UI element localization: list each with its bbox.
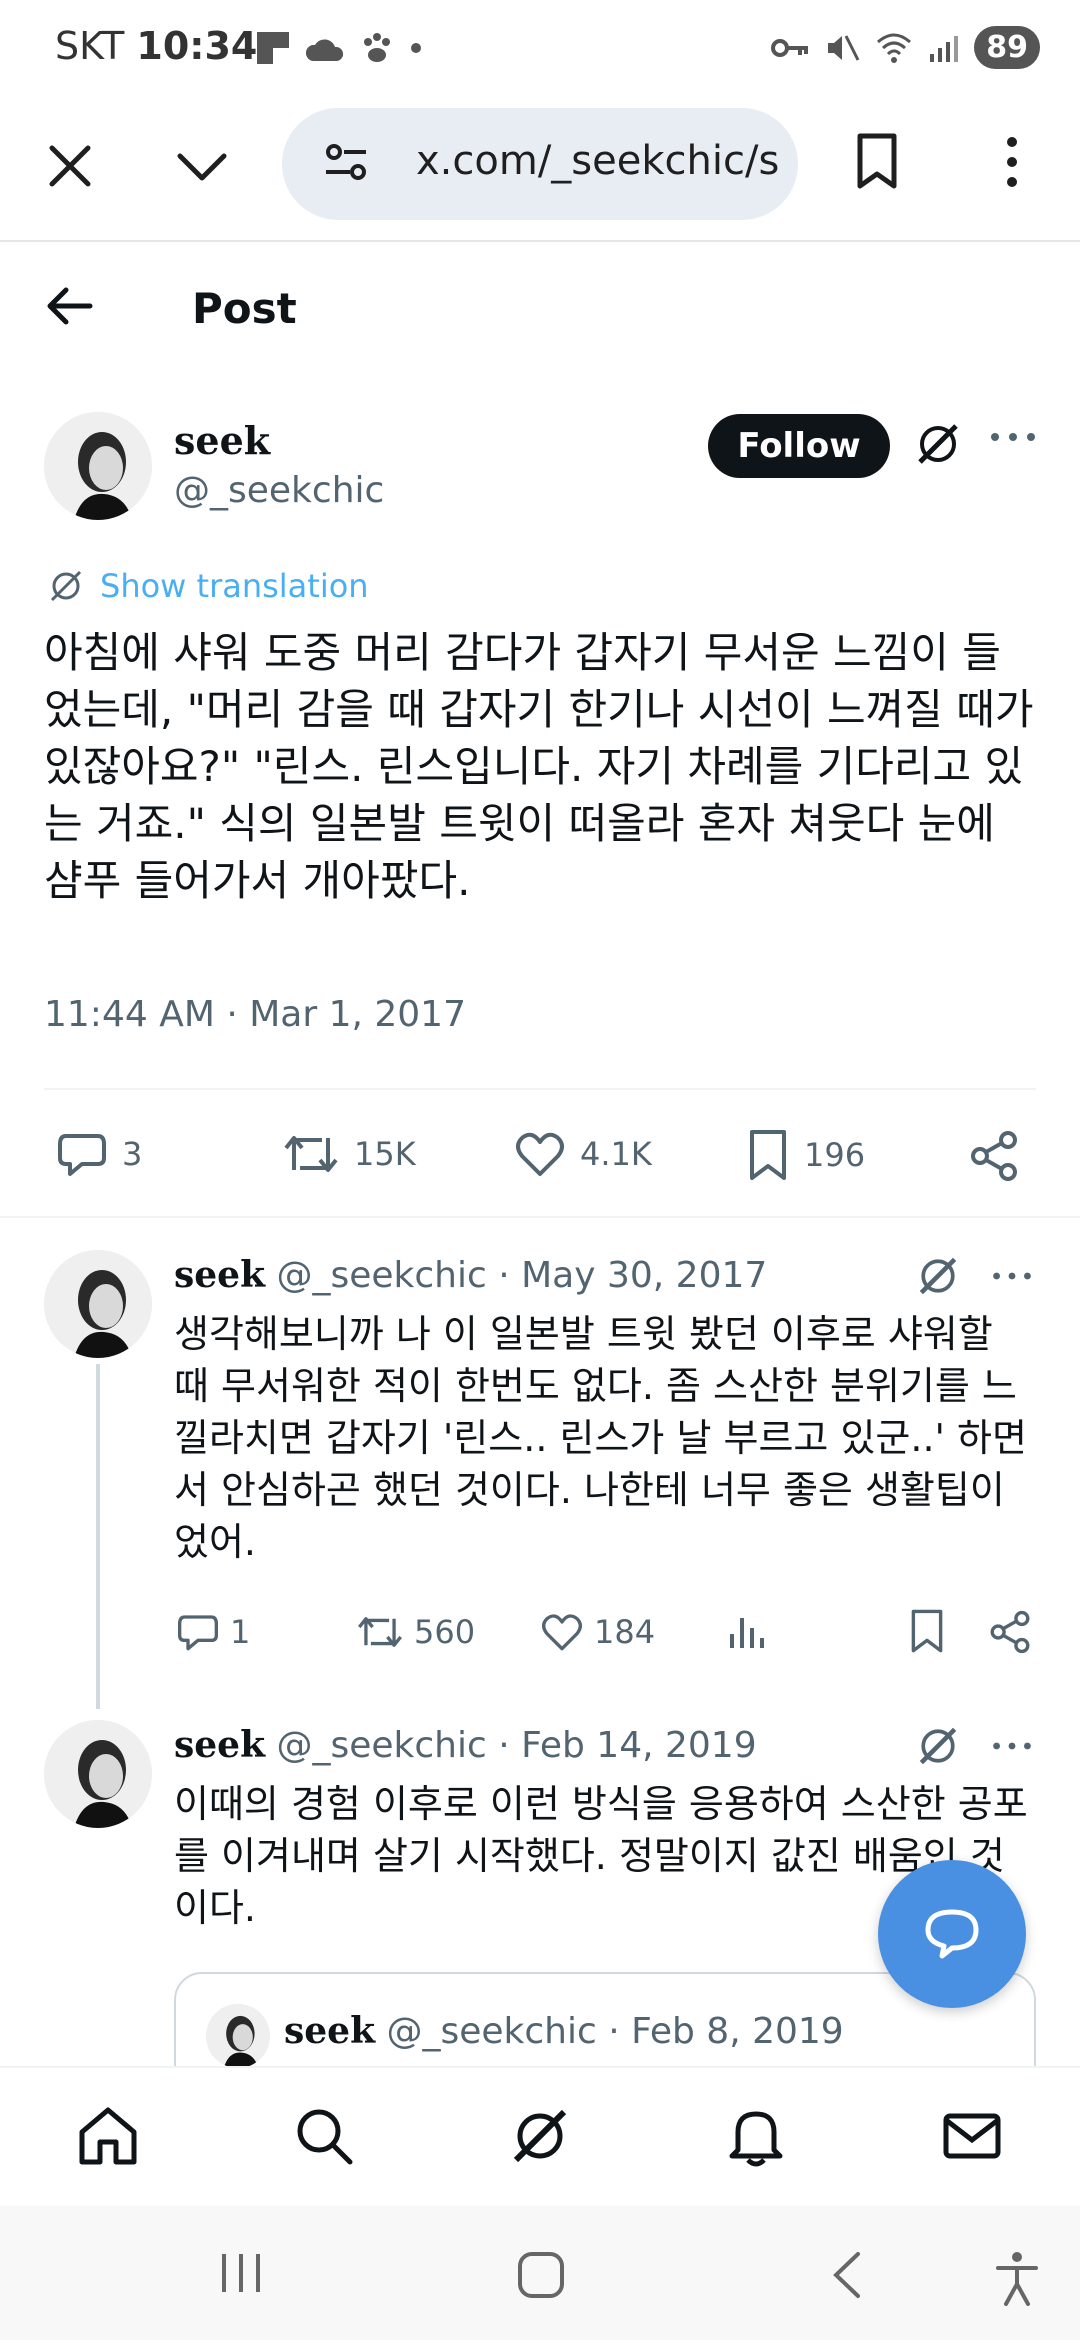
home-button-icon[interactable]: [516, 2250, 566, 2300]
system-navigation: [0, 2206, 1080, 2340]
bookmark-icon: [750, 1130, 786, 1180]
bookmark-button[interactable]: 196: [746, 1128, 865, 1182]
reply-count: 3: [122, 1135, 143, 1173]
reply-meta: @_seekchic · May 30, 2017: [276, 1255, 768, 1296]
share-icon: [971, 1131, 1017, 1181]
quote-meta: @_seekchic · Feb 8, 2019: [386, 2011, 844, 2052]
repost-icon: [358, 1617, 402, 1647]
divider: [44, 1088, 1036, 1090]
carrier-label: SKT: [55, 24, 125, 68]
post-timestamp[interactable]: 11:44 AM · Mar 1, 2017: [44, 994, 466, 1035]
compose-fab[interactable]: [878, 1860, 1026, 2008]
reply-icon: [58, 1134, 106, 1176]
more-options-icon[interactable]: [988, 430, 1038, 444]
repost-button[interactable]: 15K: [282, 1130, 416, 1178]
like-button[interactable]: 184: [540, 1612, 655, 1652]
mute-icon: [828, 34, 860, 61]
page-title: Post: [192, 284, 297, 333]
grok-translate-icon: [50, 570, 82, 602]
author-handle[interactable]: @_seekchic: [174, 470, 384, 511]
more-options-icon[interactable]: [990, 1740, 1034, 1752]
notification-icon: [257, 32, 289, 64]
author-name[interactable]: seek: [174, 418, 270, 463]
grok-icon[interactable]: [912, 418, 964, 470]
bottom-navigation: [0, 2066, 1080, 2206]
site-settings-icon[interactable]: [322, 138, 372, 188]
share-button[interactable]: [968, 1130, 1020, 1182]
reply-header[interactable]: seek @_seekchic · Feb 14, 2019: [174, 1724, 757, 1766]
bell-icon[interactable]: [724, 2104, 788, 2168]
accessibility-icon[interactable]: [994, 2250, 1040, 2306]
post-header: Post: [0, 244, 1080, 374]
status-time: 10:34: [136, 24, 258, 68]
recent-apps-icon[interactable]: [216, 2250, 266, 2296]
repost-count: 15K: [354, 1135, 416, 1173]
show-translation-label: Show translation: [100, 567, 369, 605]
like-count: 4.1K: [580, 1135, 652, 1173]
url-bar[interactable]: x.com/_seekchic/s: [282, 108, 798, 220]
avatar: [206, 2004, 270, 2068]
battery-level: 89: [974, 26, 1040, 69]
heart-icon: [542, 1614, 582, 1651]
browser-toolbar: x.com/_seekchic/s: [0, 100, 1080, 242]
bookmark-page-icon[interactable]: [852, 132, 902, 192]
repost-count: 560: [414, 1613, 476, 1651]
reply-meta: @_seekchic · Feb 14, 2019: [276, 1725, 757, 1766]
key-icon: [771, 38, 809, 57]
close-icon[interactable]: [42, 138, 98, 194]
bookmark-icon[interactable]: [908, 1608, 946, 1654]
back-arrow-icon[interactable]: [44, 286, 94, 326]
browser-menu-icon[interactable]: [1000, 132, 1024, 192]
share-icon[interactable]: [988, 1610, 1032, 1654]
post-text: 아침에 샤워 도중 머리 감다가 갑자기 무서운 느낌이 들었는데, "머리 감…: [44, 628, 1034, 905]
quote-author-name: seek: [284, 2010, 376, 2052]
reply-text: 생각해보니까 나 이 일본발 트윗 봤던 이후로 샤워할 때 무서워한 적이 한…: [174, 1312, 1027, 1564]
grok-icon[interactable]: [508, 2104, 572, 2168]
quote-header: seek @_seekchic · Feb 8, 2019: [284, 2010, 844, 2052]
grok-icon[interactable]: [914, 1252, 962, 1300]
like-button[interactable]: 4.1K: [514, 1130, 652, 1178]
dot-icon: [411, 43, 421, 53]
status-bar: SKT 10:34 89: [0, 0, 1080, 100]
chevron-down-icon[interactable]: [172, 138, 232, 194]
back-button-icon[interactable]: [826, 2250, 866, 2300]
chat-bubble-icon: [925, 1909, 979, 1959]
search-icon[interactable]: [292, 2104, 356, 2168]
avatar[interactable]: [44, 412, 152, 520]
heart-icon: [516, 1132, 564, 1176]
signal-icon: [930, 35, 959, 62]
analytics-icon[interactable]: [726, 1612, 766, 1652]
more-options-icon[interactable]: [990, 1270, 1034, 1282]
cloud-icon: [305, 39, 344, 61]
wifi-icon: [877, 33, 912, 63]
show-translation-link[interactable]: Show translation: [46, 566, 369, 606]
thread-line: [96, 1364, 100, 1709]
avatar[interactable]: [44, 1250, 152, 1358]
avatar[interactable]: [44, 1720, 152, 1828]
reply-header[interactable]: seek @_seekchic · May 30, 2017: [174, 1254, 767, 1296]
follow-button[interactable]: Follow: [708, 414, 890, 478]
reply-count: 1: [230, 1613, 251, 1651]
bookmark-count: 196: [804, 1136, 866, 1174]
url-text: x.com/_seekchic/s: [416, 138, 780, 184]
reply-icon: [178, 1615, 218, 1651]
post-actions: 3 15K 4.1K 196: [0, 1120, 1080, 1192]
repost-button[interactable]: 560: [356, 1612, 475, 1652]
reply-author-name: seek: [174, 1254, 266, 1296]
grok-icon[interactable]: [914, 1722, 962, 1770]
like-count: 184: [594, 1613, 656, 1651]
divider: [0, 1216, 1080, 1218]
reply-button[interactable]: 3: [56, 1130, 142, 1178]
mail-icon[interactable]: [940, 2104, 1004, 2168]
paw-icon: [364, 33, 390, 62]
reply-author-name: seek: [174, 1724, 266, 1766]
reply-button[interactable]: 1: [176, 1612, 250, 1652]
repost-icon: [284, 1136, 338, 1172]
home-icon[interactable]: [76, 2104, 140, 2168]
